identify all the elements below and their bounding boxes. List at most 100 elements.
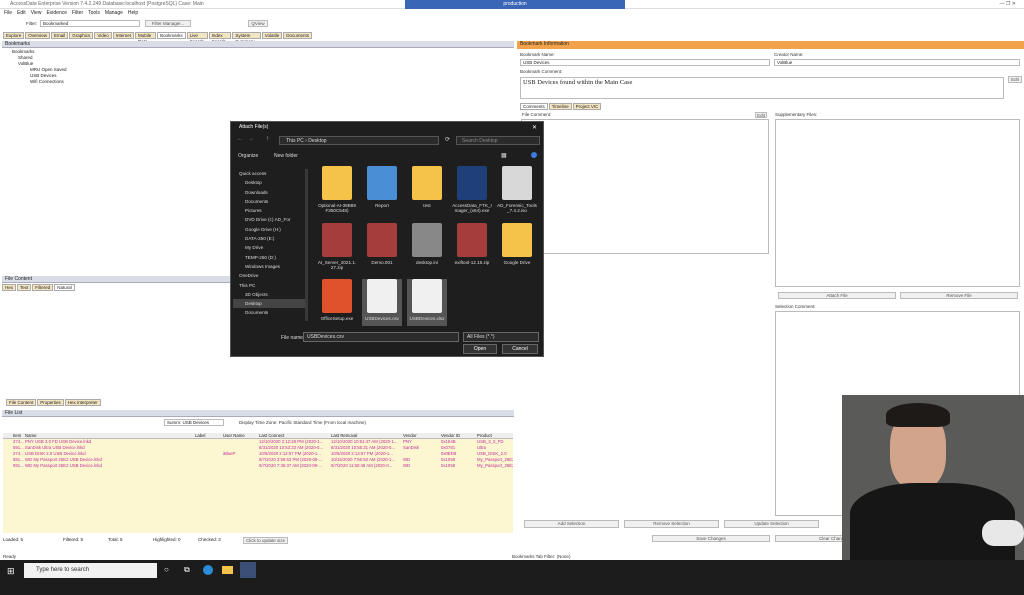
breadcrumb-this-pc[interactable]: This PC bbox=[286, 138, 304, 144]
tab-timeline[interactable]: Timeline bbox=[548, 103, 572, 110]
tab-properties[interactable]: Properties bbox=[37, 399, 64, 406]
menu-file[interactable]: File bbox=[4, 10, 12, 16]
filter-manager-button[interactable]: Filter Manager... bbox=[145, 20, 191, 27]
menu-edit[interactable]: Edit bbox=[17, 10, 26, 16]
bookmark-comment-input[interactable]: USB Devices found within the Main Case bbox=[520, 77, 1004, 99]
menu-view[interactable]: View bbox=[31, 10, 42, 16]
file-item[interactable]: AccessData_FTK_Imager_(x64).exe bbox=[452, 166, 492, 218]
menu-evidence[interactable]: Evidence bbox=[46, 10, 67, 16]
refresh-icon[interactable]: ⟳ bbox=[445, 136, 450, 143]
col-last-connect[interactable]: Last Connect bbox=[259, 433, 331, 438]
table-row[interactable]: 591... WD My Passport 25E2 USB Device.lnk… bbox=[3, 463, 513, 469]
remote-session-bar[interactable]: production bbox=[405, 0, 625, 9]
file-item[interactable]: USBDevices.xlsx bbox=[407, 279, 447, 326]
col-product[interactable]: Product bbox=[477, 433, 513, 438]
menu-help[interactable]: Help bbox=[128, 10, 138, 16]
tab-project-vic[interactable]: Project VIC bbox=[572, 103, 602, 110]
nav-item[interactable]: Windows Images bbox=[233, 262, 305, 271]
qview-button[interactable]: QView bbox=[248, 20, 268, 27]
nav-item[interactable]: Desktop bbox=[233, 178, 305, 187]
cortana-icon[interactable]: ○ bbox=[164, 565, 169, 574]
tab-video[interactable]: Video bbox=[94, 32, 112, 39]
update-selection-button[interactable]: Update Selection bbox=[724, 520, 819, 528]
nav-item[interactable]: DATA-250 (E:) bbox=[233, 234, 305, 243]
file-explorer-icon[interactable] bbox=[222, 566, 233, 574]
tab-file-content[interactable]: File Content bbox=[6, 399, 37, 406]
file-item[interactable]: AI_Server_2021.1.27.zip bbox=[317, 222, 357, 275]
file-item[interactable]: test bbox=[407, 166, 447, 218]
tab-mobile-data[interactable]: Mobile Data bbox=[135, 32, 157, 44]
file-item[interactable]: USBDevices.csv bbox=[362, 279, 402, 326]
address-bar[interactable]: This PC › Desktop bbox=[279, 136, 439, 145]
filename-input[interactable]: USBDevices.csv bbox=[303, 332, 459, 342]
menu-tools[interactable]: Tools bbox=[88, 10, 100, 16]
windows-start-icon[interactable]: ⊞ bbox=[7, 566, 15, 577]
dialog-nav-scrollbar[interactable] bbox=[305, 169, 308, 321]
tab-email[interactable]: Email bbox=[51, 32, 69, 39]
taskbar-search-input[interactable]: Type here to search bbox=[24, 563, 157, 578]
tab-index-search[interactable]: Index Search bbox=[208, 32, 232, 44]
nav-item[interactable]: My Drive bbox=[233, 243, 305, 252]
file-comment-box[interactable] bbox=[521, 119, 769, 254]
tab-volatile[interactable]: Volatile bbox=[261, 32, 283, 39]
tab-graphics[interactable]: Graphics bbox=[69, 32, 94, 39]
help-icon[interactable] bbox=[531, 152, 537, 158]
nav-item[interactable]: Quick access bbox=[233, 169, 305, 178]
filter-select[interactable]: Bookmarked bbox=[40, 20, 140, 27]
subtab-hex[interactable]: Hex bbox=[2, 284, 17, 291]
remove-file-button[interactable]: Remove File bbox=[900, 292, 1018, 299]
tab-explore[interactable]: Explore bbox=[3, 32, 25, 39]
file-item[interactable]: Demo.001 bbox=[362, 222, 402, 275]
menu-filter[interactable]: Filter bbox=[72, 10, 83, 16]
col-label[interactable]: Label bbox=[195, 433, 223, 438]
file-item[interactable]: AD_Forensic_Tools_7.4.2.iso bbox=[497, 166, 537, 218]
col-vendor[interactable]: Vendor bbox=[403, 433, 441, 438]
file-item[interactable]: Report bbox=[362, 166, 402, 218]
organize-button[interactable]: Organize bbox=[238, 153, 258, 159]
tab-overview[interactable]: Overview bbox=[25, 32, 51, 39]
col-item[interactable]: Item bbox=[3, 433, 25, 438]
col-name[interactable]: Name bbox=[25, 433, 195, 438]
nav-item[interactable]: OneDrive bbox=[233, 271, 305, 280]
subtab-text[interactable]: Text bbox=[17, 284, 32, 291]
supplementary-files-box[interactable] bbox=[775, 119, 1020, 287]
nav-item[interactable]: Desktop bbox=[233, 299, 305, 309]
file-item[interactable]: Google Drive bbox=[497, 222, 537, 275]
window-controls[interactable]: — ❐ ✕ bbox=[1000, 1, 1016, 7]
comment-edit-button[interactable]: Edit bbox=[1008, 76, 1022, 83]
nav-item[interactable]: DVD Drive (I:) AD_For bbox=[233, 215, 305, 224]
tab-internet[interactable]: Internet bbox=[112, 32, 135, 39]
tree-item-wifi[interactable]: Wifi Connections bbox=[6, 79, 67, 85]
filetype-select[interactable]: All Files (*.*) bbox=[463, 332, 539, 342]
nav-item[interactable]: This PC bbox=[233, 281, 305, 290]
edge-icon[interactable] bbox=[203, 565, 213, 575]
tab-live-search[interactable]: Live Search bbox=[186, 32, 208, 44]
nav-item[interactable]: Documents bbox=[233, 197, 305, 206]
tab-bookmarks[interactable]: Bookmarks bbox=[157, 32, 186, 39]
bookmark-name-input[interactable]: USB Devices bbox=[520, 59, 770, 66]
col-vendor-id[interactable]: Vendor ID bbox=[441, 433, 477, 438]
tab-system-summary[interactable]: System Summary bbox=[232, 32, 261, 44]
dialog-search-input[interactable]: Search Desktop bbox=[456, 136, 540, 145]
attach-file-button[interactable]: Attach File bbox=[778, 292, 896, 299]
nav-item[interactable]: Pictures bbox=[233, 206, 305, 215]
back-arrow-icon[interactable]: ← bbox=[237, 136, 243, 142]
tab-hex-interpreter[interactable]: Hex Interpreter bbox=[64, 399, 101, 406]
new-folder-button[interactable]: New folder bbox=[274, 153, 298, 159]
nav-item[interactable]: Documents bbox=[233, 308, 305, 317]
file-item[interactable]: OfficeSetup.exe bbox=[317, 279, 357, 326]
tab-documents[interactable]: Documents bbox=[283, 32, 312, 39]
remove-selection-button[interactable]: Remove Selection bbox=[624, 520, 719, 528]
nav-item[interactable]: 3D Objects bbox=[233, 290, 305, 299]
file-item[interactable]: desktop.ini bbox=[407, 222, 447, 275]
breadcrumb-desktop[interactable]: Desktop bbox=[308, 138, 326, 144]
subtab-natural[interactable]: Natural bbox=[54, 284, 75, 291]
open-button[interactable]: Open bbox=[463, 344, 497, 354]
dialog-close-icon[interactable]: ✕ bbox=[532, 124, 537, 131]
nav-item[interactable]: TEMP-250 (D:) bbox=[233, 253, 305, 262]
task-view-icon[interactable]: ⧉ bbox=[184, 565, 190, 575]
col-last-removal[interactable]: Last Removal bbox=[331, 433, 403, 438]
tab-comments[interactable]: Comments bbox=[520, 103, 548, 110]
nav-item[interactable]: Google Drive (H:) bbox=[233, 225, 305, 234]
col-user-name[interactable]: User Name bbox=[223, 433, 259, 438]
